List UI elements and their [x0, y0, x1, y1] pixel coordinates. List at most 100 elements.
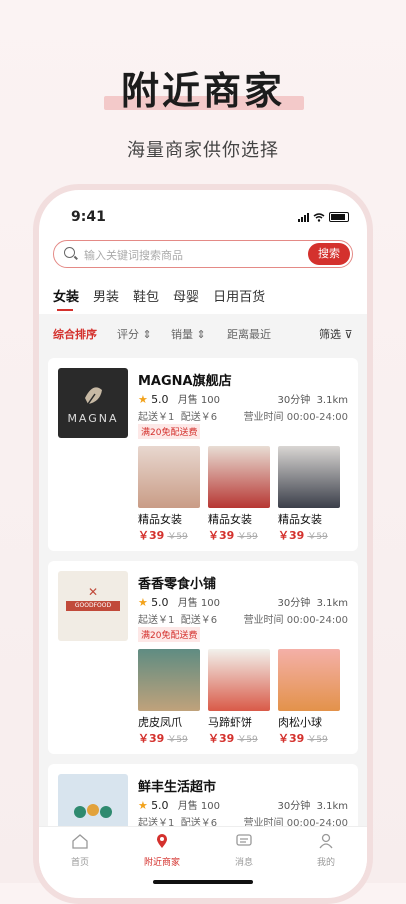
tab-nearby[interactable]: 附近商家	[121, 827, 203, 877]
business-hours: 营业时间 00:00-24:00	[243, 615, 348, 626]
tab-daily[interactable]: 日用百货	[213, 286, 265, 305]
price-original: ￥59	[237, 735, 258, 745]
product-item[interactable]: 精品女装 ￥39 ￥59	[138, 446, 200, 543]
store-logo: GOODFOOD ✕	[58, 571, 128, 641]
store-delivery: 起送￥1 配送￥6 营业时间 00:00-24:00	[138, 611, 348, 626]
product-price: ￥39 ￥59	[278, 730, 340, 746]
store-rating: 5.0	[151, 393, 169, 406]
product-price: ￥39 ￥59	[138, 730, 200, 746]
product-name: 虎皮凤爪	[138, 716, 182, 729]
price-original: ￥59	[307, 532, 328, 542]
price-current: ￥39	[278, 529, 305, 542]
product-item[interactable]: 虎皮凤爪 ￥39 ￥59	[138, 649, 200, 746]
store-card[interactable]: GOODFOOD ✕ 香香零食小铺 ★ 5.0 月售 100 30分钟 3.1k…	[48, 561, 358, 754]
home-icon	[72, 834, 88, 849]
page-subtitle: 海量商家供你选择	[127, 140, 279, 161]
tab-profile[interactable]: 我的	[285, 827, 367, 877]
logo-text: MAGNA	[67, 412, 119, 425]
tab-womens[interactable]: 女装	[53, 286, 79, 311]
product-item[interactable]: 马蹄虾饼 ￥39 ￥59	[208, 649, 270, 746]
message-icon	[236, 834, 252, 846]
bottom-tab-bar: 首页 附近商家 消息 我的	[39, 826, 367, 877]
tab-nearby-label: 附近商家	[143, 858, 180, 868]
search-icon	[64, 247, 75, 258]
search-button[interactable]: 搜索	[308, 243, 350, 265]
delivery-time: 30分钟	[277, 598, 311, 609]
price-current: ￥39	[278, 732, 305, 745]
product-name: 精品女装	[138, 513, 182, 526]
store-list: MAGNA MAGNA旗舰店 ★ 5.0 月售 100 30分钟 3.1km 起…	[39, 350, 367, 854]
business-hours: 营业时间 00:00-24:00	[243, 412, 348, 423]
search-input[interactable]: 输入关键词搜索商品	[84, 247, 183, 263]
store-delivery: 起送￥1 配送￥6 营业时间 00:00-24:00	[138, 408, 348, 423]
product-price: ￥39 ￥59	[208, 527, 270, 543]
delivery-time: 30分钟	[277, 395, 311, 406]
filter-label: 筛选	[319, 328, 341, 341]
sort-comprehensive[interactable]: 综合排序	[53, 326, 97, 342]
product-item[interactable]: 精品女装 ￥39 ￥59	[278, 446, 340, 543]
battery-icon	[329, 212, 349, 222]
tab-baby[interactable]: 母婴	[173, 286, 199, 305]
product-price: ￥39 ￥59	[278, 527, 340, 543]
sort-sales[interactable]: 销量 ⇕	[171, 326, 206, 342]
price-current: ￥39	[138, 529, 165, 542]
sort-sales-label: 销量	[171, 328, 193, 341]
wifi-icon	[313, 212, 325, 222]
tab-mens[interactable]: 男装	[93, 286, 119, 305]
min-order: 起送￥1	[138, 615, 175, 626]
search-bar[interactable]: 输入关键词搜索商品 搜索	[53, 240, 353, 268]
product-name: 肉松小球	[278, 716, 322, 729]
monthly-sales: 月售 100	[177, 395, 221, 406]
product-image	[208, 649, 270, 711]
store-logo: MAGNA	[58, 368, 128, 438]
store-rating: 5.0	[151, 799, 169, 812]
tab-bags[interactable]: 鞋包	[133, 286, 159, 305]
product-item[interactable]: 精品女装 ￥39 ￥59	[208, 446, 270, 543]
status-time: 9:41	[71, 209, 106, 225]
phone-frame: 9:41 输入关键词搜索商品 搜索 女装 男装 鞋包 母婴 日用百货 综合排序 …	[33, 184, 373, 904]
tab-home[interactable]: 首页	[39, 827, 121, 877]
filter-button[interactable]: 筛选 ⊽	[319, 326, 353, 342]
location-icon	[157, 834, 167, 848]
category-tabs: 女装 男装 鞋包 母婴 日用百货	[53, 286, 265, 311]
sort-distance[interactable]: 距离最近	[227, 326, 271, 342]
sort-rating-label: 评分	[117, 328, 139, 341]
distance: 3.1km	[316, 395, 348, 406]
sort-bar: 综合排序 评分 ⇕ 销量 ⇕ 距离最近 筛选 ⊽	[39, 314, 367, 350]
monthly-sales: 月售 100	[177, 801, 221, 812]
store-stats: ★ 5.0 月售 100 30分钟 3.1km	[138, 594, 348, 609]
star-icon: ★	[138, 393, 148, 406]
product-item[interactable]: 肉松小球 ￥39 ￥59	[278, 649, 340, 746]
promo-badge: 满20免配送费	[138, 424, 201, 439]
star-icon: ★	[138, 799, 148, 812]
page-title: 附近商家	[120, 69, 285, 113]
store-name: 香香零食小铺	[138, 577, 217, 592]
signal-icon	[298, 212, 309, 222]
tab-messages-label: 消息	[234, 858, 253, 868]
price-original: ￥59	[237, 532, 258, 542]
product-price: ￥39 ￥59	[138, 527, 200, 543]
store-name: 鲜丰生活超市	[138, 780, 217, 795]
status-icons	[298, 212, 349, 222]
delivery-fee: 配送￥6	[180, 412, 218, 423]
price-current: ￥39	[208, 529, 235, 542]
distance: 3.1km	[316, 598, 348, 609]
delivery-time: 30分钟	[277, 801, 311, 812]
tab-home-label: 首页	[70, 858, 89, 868]
fork-knife-icon: ✕	[88, 585, 99, 599]
product-image	[138, 649, 200, 711]
product-image	[138, 446, 200, 508]
tab-messages[interactable]: 消息	[203, 827, 285, 877]
store-card[interactable]: MAGNA MAGNA旗舰店 ★ 5.0 月售 100 30分钟 3.1km 起…	[48, 358, 358, 551]
star-icon: ★	[138, 596, 148, 609]
product-name: 精品女装	[208, 513, 252, 526]
min-order: 起送￥1	[138, 412, 175, 423]
product-name: 马蹄虾饼	[208, 716, 252, 729]
sort-rating[interactable]: 评分 ⇕	[117, 326, 152, 342]
logo-text: GOODFOOD	[66, 601, 120, 611]
price-original: ￥59	[307, 735, 328, 745]
price-original: ￥59	[167, 532, 188, 542]
store-name: MAGNA旗舰店	[138, 374, 232, 389]
product-image	[208, 446, 270, 508]
product-image	[278, 446, 340, 508]
